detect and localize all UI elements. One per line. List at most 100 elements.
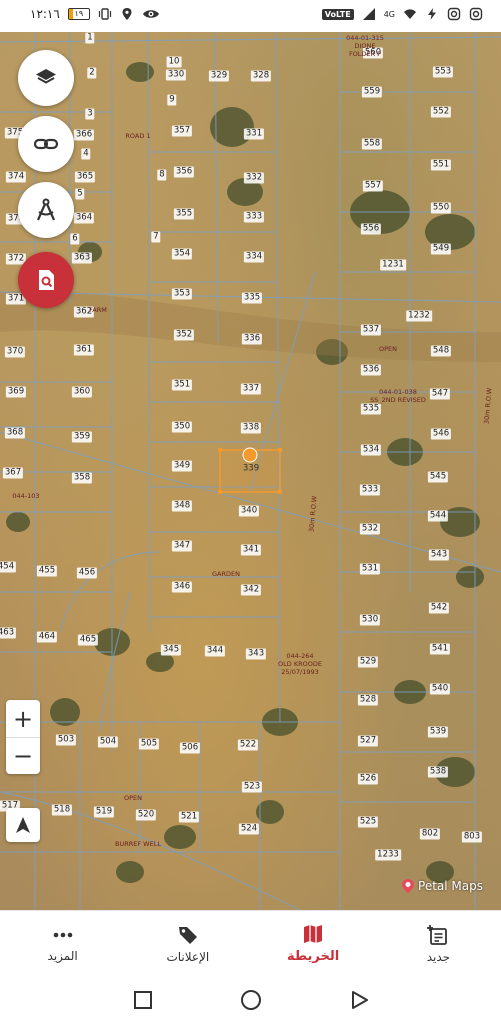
parcel-label[interactable]: 556 [360,223,382,235]
parcel-label[interactable]: 526 [357,773,379,785]
parcel-label[interactable]: 559 [361,86,383,98]
locate-button[interactable] [6,808,40,842]
zoom-out-button[interactable]: − [6,737,40,774]
parcel-label[interactable]: 540 [429,683,451,695]
parcel-label[interactable]: 518 [51,804,73,816]
parcel-label[interactable]: 350 [171,421,193,433]
parcel-label[interactable]: 534 [360,444,382,456]
parcel-label[interactable]: 532 [359,523,381,535]
parcel-label[interactable]: 7 [151,231,161,243]
parcel-label[interactable]: 352 [173,329,195,341]
parcel-label[interactable]: 1232 [406,310,432,322]
link-button[interactable] [18,116,74,172]
parcel-label[interactable]: 531 [359,563,381,575]
parcel-label[interactable]: 1233 [375,849,401,861]
parcel-label[interactable]: 4 [81,148,91,160]
parcel-label[interactable]: 456 [76,567,98,579]
map-view[interactable]: 1 2 3 4 5 6 7 8 9 10 328 329 330 331 332 333 334 335 336 33… [0,32,501,910]
parcel-label[interactable]: 522 [237,739,259,751]
parcel-label[interactable]: 349 [171,460,193,472]
parcel-label[interactable]: 346 [171,581,193,593]
parcel-label[interactable]: 549 [430,243,452,255]
parcel-label[interactable]: 1231 [380,259,406,271]
parcel-label[interactable]: 541 [429,643,451,655]
parcel-label[interactable]: 366 [73,129,95,141]
parcel-label[interactable]: 547 [429,388,451,400]
parcel-label[interactable]: 802 [419,828,441,840]
parcel-label[interactable]: 351 [171,379,193,391]
parcel-label[interactable]: 550 [430,202,452,214]
home-button[interactable] [239,988,263,1012]
parcel-label[interactable]: 374 [5,171,27,183]
parcel-label[interactable]: 338 [240,422,262,434]
parcel-label[interactable]: 361 [73,344,95,356]
parcel-label[interactable]: 544 [427,510,449,522]
parcel-label[interactable]: 348 [171,500,193,512]
parcel-label[interactable]: 523 [241,781,263,793]
parcel-label[interactable]: 535 [360,403,382,415]
parcel-label[interactable]: 340 [238,505,260,517]
parcel-label[interactable]: 334 [243,251,265,263]
parcel-label[interactable]: 368 [4,427,26,439]
parcel-label[interactable]: 330 [165,69,187,81]
parcel-label[interactable]: 353 [171,288,193,300]
nav-new[interactable]: جديد [376,911,501,976]
parcel-label[interactable]: 558 [361,138,383,150]
back-button[interactable] [347,988,371,1012]
parcel-label[interactable]: 542 [428,602,450,614]
nav-map[interactable]: الخريطة [251,911,376,976]
parcel-label[interactable]: 543 [428,549,450,561]
parcel-label[interactable]: 336 [241,333,263,345]
parcel-label[interactable]: 339 [241,464,261,475]
parcel-label[interactable]: 533 [359,484,381,496]
parcel-label[interactable]: 464 [36,631,58,643]
zoom-in-button[interactable]: + [6,700,40,737]
parcel-label[interactable]: 506 [179,742,201,754]
parcel-label[interactable]: 356 [173,166,195,178]
parcel-label[interactable]: 536 [360,364,382,376]
parcel-label[interactable]: 357 [171,125,193,137]
parcel-label[interactable]: 505 [138,738,160,750]
recent-apps-button[interactable] [131,988,155,1012]
parcel-label[interactable]: 341 [240,544,262,556]
parcel-label[interactable]: 331 [243,128,265,140]
parcel-label[interactable]: 537 [360,324,382,336]
parcel-label[interactable]: 525 [357,816,379,828]
parcel-label[interactable]: 328 [250,70,272,82]
search-parcel-button[interactable] [18,252,74,308]
parcel-label[interactable]: 529 [357,656,379,668]
nav-ads[interactable]: الإعلانات [125,911,250,976]
parcel-label[interactable]: 365 [74,171,96,183]
parcel-label[interactable]: 538 [427,766,449,778]
parcel-label[interactable]: 5 [75,188,85,200]
parcel-label[interactable]: 335 [241,292,263,304]
parcel-label[interactable]: 520 [135,809,157,821]
parcel-label[interactable]: 332 [243,172,265,184]
parcel-label[interactable]: 519 [93,806,115,818]
nav-more[interactable]: المزيد [0,911,125,976]
parcel-label[interactable]: 528 [357,694,379,706]
parcel-label[interactable]: 803 [461,831,483,843]
parcel-label[interactable]: 503 [55,734,77,746]
parcel-label[interactable]: 465 [77,634,99,646]
parcel-label[interactable]: 463 [0,627,17,639]
parcel-label[interactable]: 546 [430,428,452,440]
parcel-label[interactable]: 454 [0,561,17,573]
parcel-label[interactable]: 369 [5,386,27,398]
parcel-label[interactable]: 364 [73,212,95,224]
parcel-label[interactable]: 8 [157,169,167,181]
parcel-label[interactable]: 344 [204,645,226,657]
parcel-label[interactable]: 9 [167,94,177,106]
parcel-label[interactable]: 370 [4,346,26,358]
parcel-label[interactable]: 3 [85,108,95,120]
parcel-label[interactable]: 337 [240,383,262,395]
parcel-label[interactable]: 358 [71,472,93,484]
parcel-label[interactable]: 2 [87,67,97,79]
parcel-label[interactable]: 343 [245,648,267,660]
parcel-label[interactable]: 363 [71,252,93,264]
parcel-label[interactable]: 359 [71,431,93,443]
layers-button[interactable] [18,50,74,106]
parcel-label[interactable]: 333 [243,211,265,223]
parcel-label[interactable]: 553 [432,66,454,78]
parcel-label[interactable]: 10 [166,56,182,68]
